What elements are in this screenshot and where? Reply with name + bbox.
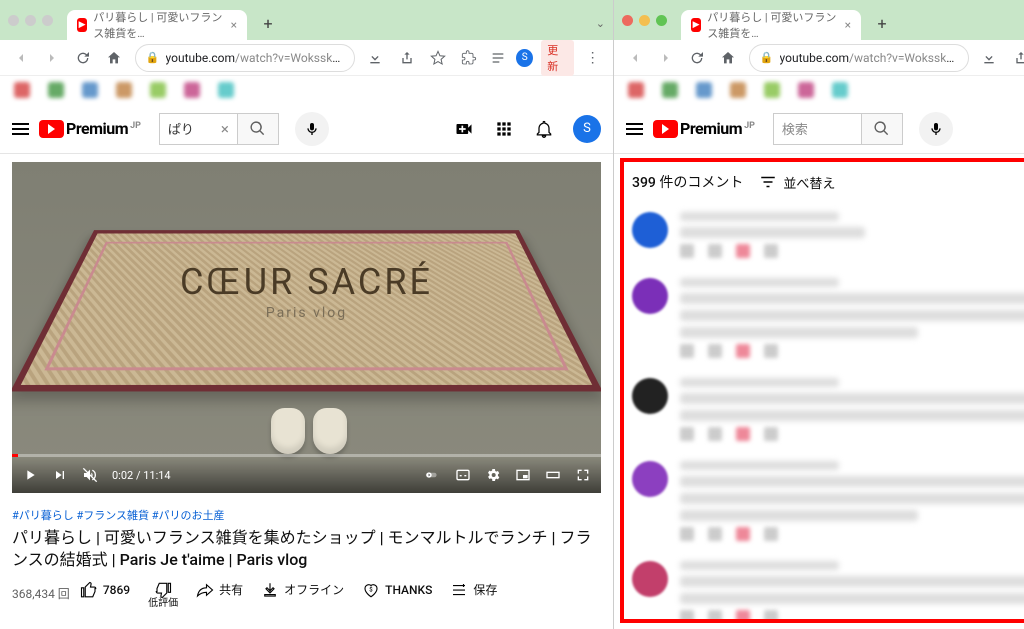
reading-list-icon[interactable] bbox=[487, 47, 508, 69]
lock-icon: 🔒 bbox=[760, 51, 774, 64]
search-placeholder: 検索 bbox=[782, 119, 808, 138]
youtube-logo[interactable]: Premium JP bbox=[39, 119, 141, 138]
time-display: 0:02 / 11:14 bbox=[112, 469, 171, 482]
reload-icon[interactable] bbox=[686, 47, 707, 69]
thanks-button[interactable]: $THANKS bbox=[362, 581, 432, 599]
clear-search[interactable]: × bbox=[221, 120, 229, 138]
commenter-avatar[interactable] bbox=[632, 278, 668, 314]
youtube-favicon: ▶ bbox=[77, 18, 87, 32]
chrome-update-chip[interactable]: 更新 bbox=[541, 40, 574, 76]
search-button[interactable] bbox=[861, 113, 903, 145]
comment-item[interactable] bbox=[630, 451, 1024, 551]
new-tab-button[interactable]: + bbox=[869, 10, 895, 36]
youtube-favicon: ▶ bbox=[691, 18, 701, 32]
theater-button[interactable] bbox=[545, 467, 561, 483]
url-text: youtube.com/watch?v=WoksskHT6ec bbox=[780, 51, 958, 65]
comment-item[interactable] bbox=[630, 268, 1024, 368]
share-url-icon[interactable] bbox=[1010, 47, 1024, 69]
search-input[interactable]: ぱり × bbox=[159, 113, 237, 145]
sort-button[interactable]: 並べ替え bbox=[759, 173, 835, 192]
voice-search[interactable] bbox=[295, 112, 329, 146]
nav-forward[interactable] bbox=[41, 47, 62, 69]
browser-menu[interactable]: ⋮ bbox=[582, 47, 603, 69]
nav-forward[interactable] bbox=[655, 47, 676, 69]
play-button[interactable] bbox=[22, 467, 38, 483]
youtube-logo[interactable]: Premium JP bbox=[653, 119, 755, 138]
bookmark-star-icon[interactable] bbox=[427, 47, 448, 69]
search-value: ぱり bbox=[168, 119, 194, 138]
save-button[interactable]: 保存 bbox=[450, 581, 497, 599]
browser-tab[interactable]: ▶ パリ暮らし | 可愛いフランス雑貨を… × bbox=[681, 10, 861, 40]
url-text: youtube.com/watch?v=WoksskHT6ec bbox=[166, 51, 344, 65]
install-icon[interactable] bbox=[979, 47, 1000, 69]
hamburger-menu[interactable] bbox=[626, 123, 643, 135]
commenter-avatar[interactable] bbox=[632, 461, 668, 497]
video-title: パリ暮らし | 可愛いフランス雑貨を集めたショップ | モンマルトルでランチ |… bbox=[12, 527, 601, 570]
offline-button[interactable]: オフライン bbox=[261, 581, 344, 599]
nav-back[interactable] bbox=[624, 47, 645, 69]
notifications-icon[interactable] bbox=[533, 118, 555, 140]
search-button[interactable] bbox=[237, 113, 279, 145]
account-avatar[interactable]: S bbox=[573, 115, 601, 143]
apps-icon[interactable] bbox=[493, 118, 515, 140]
tab-close[interactable]: × bbox=[845, 18, 851, 32]
tab-close[interactable]: × bbox=[231, 18, 237, 32]
tab-overflow[interactable]: ⌄ bbox=[596, 17, 605, 30]
share-url-icon[interactable] bbox=[396, 47, 417, 69]
mute-button[interactable] bbox=[82, 467, 98, 483]
address-bar[interactable]: 🔒 youtube.com/watch?v=WoksskHT6ec bbox=[749, 44, 969, 72]
next-button[interactable] bbox=[52, 467, 68, 483]
bookmarks-bar bbox=[614, 76, 1024, 104]
view-count: 368,434 回 bbox=[12, 581, 70, 602]
svg-text:$: $ bbox=[369, 586, 373, 593]
dislike-button[interactable]: 低評価 bbox=[148, 581, 178, 610]
youtube-play-icon bbox=[39, 120, 64, 138]
commenter-avatar[interactable] bbox=[632, 561, 668, 597]
comment-count: 399 件のコメント bbox=[632, 172, 743, 192]
miniplayer-button[interactable] bbox=[515, 467, 531, 483]
captions-button[interactable] bbox=[455, 467, 471, 483]
fullscreen-button[interactable] bbox=[575, 467, 591, 483]
autoplay-toggle[interactable] bbox=[425, 467, 441, 483]
video-hashtags[interactable]: #パリ暮らし #フランス雑貨 #パリのお土産 bbox=[12, 507, 601, 523]
like-button[interactable]: 7869 bbox=[80, 581, 130, 599]
create-icon[interactable] bbox=[453, 118, 475, 140]
settings-gear-icon[interactable] bbox=[485, 467, 501, 483]
comment-item[interactable] bbox=[630, 551, 1024, 623]
bookmarks-bar bbox=[0, 76, 613, 104]
install-icon[interactable] bbox=[365, 47, 386, 69]
reload-icon[interactable] bbox=[72, 47, 93, 69]
youtube-play-icon bbox=[653, 120, 678, 138]
commenter-avatar[interactable] bbox=[632, 378, 668, 414]
voice-search[interactable] bbox=[919, 112, 953, 146]
video-player[interactable]: CŒUR SACRÉ Paris vlog 0:02 / 11:14 bbox=[12, 162, 601, 493]
tab-title: パリ暮らし | 可愛いフランス雑貨を… bbox=[707, 9, 838, 41]
hamburger-menu[interactable] bbox=[12, 123, 29, 135]
comment-item[interactable] bbox=[630, 368, 1024, 451]
nav-back[interactable] bbox=[10, 47, 31, 69]
home-icon[interactable] bbox=[718, 47, 739, 69]
address-bar[interactable]: 🔒 youtube.com/watch?v=WoksskHT6ec bbox=[135, 44, 355, 72]
profile-avatar[interactable]: S bbox=[516, 49, 533, 67]
extensions-icon[interactable] bbox=[458, 47, 479, 69]
comment-item[interactable] bbox=[630, 202, 1024, 268]
tab-title: パリ暮らし | 可愛いフランス雑貨を… bbox=[93, 9, 224, 41]
new-tab-button[interactable]: + bbox=[255, 10, 281, 36]
share-button[interactable]: 共有 bbox=[196, 581, 243, 599]
search-input[interactable]: 検索 bbox=[773, 113, 861, 145]
commenter-avatar[interactable] bbox=[632, 212, 668, 248]
home-icon[interactable] bbox=[104, 47, 125, 69]
lock-icon: 🔒 bbox=[146, 51, 160, 64]
browser-tab[interactable]: ▶ パリ暮らし | 可愛いフランス雑貨を… × bbox=[67, 10, 247, 40]
